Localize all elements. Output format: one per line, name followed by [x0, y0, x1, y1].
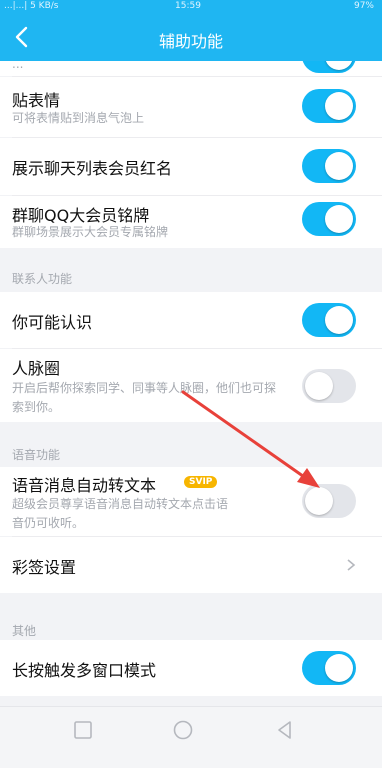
settings-row-network[interactable]: 人脉圈 开启后帮你探索同学、同事等人脉圈，他们也可探索到你。	[0, 349, 382, 422]
member-red-name-toggle[interactable]	[302, 149, 356, 183]
section-header-contacts: 联系人功能	[12, 272, 73, 286]
network-subtitle: 开启后帮你探索同学、同事等人脉圈，他们也可探索到你。	[12, 381, 277, 414]
network-toggle[interactable]	[302, 369, 356, 403]
settings-row-voice-to-text[interactable]: 语音消息自动转文本 SVIP 超级会员尊享语音消息自动转文本点击语音仍可收听。	[0, 467, 382, 536]
stickers-toggle[interactable]	[302, 89, 356, 123]
settings-row-member-red-name[interactable]: 展示聊天列表会员红名	[0, 138, 382, 195]
settings-row-group-badge[interactable]: 群聊QQ大会员铭牌 群聊场景展示大会员专属铭牌	[0, 196, 382, 248]
toggle-knob	[325, 61, 353, 70]
settings-row-multi-window[interactable]: 长按触发多窗口模式	[0, 640, 382, 696]
status-signal: ...|...| 5 KB/s	[4, 1, 59, 11]
stickers-label: 贴表情	[12, 91, 61, 110]
multi-window-toggle[interactable]	[302, 651, 356, 685]
may-know-label: 你可能认识	[12, 313, 93, 332]
settings-list[interactable]: ... 贴表情 可将表情贴到消息气泡上 展示聊天列表会员红名 群聊QQ大会员铭牌…	[0, 61, 382, 706]
voice-to-text-toggle[interactable]	[302, 484, 356, 518]
may-know-toggle[interactable]	[302, 303, 356, 337]
nav-recent-square-icon[interactable]	[72, 719, 94, 741]
status-bar: ...|...| 5 KB/s 15:59 97%	[0, 0, 382, 14]
title-bar: 辅助功能	[0, 14, 382, 61]
toggle-knob	[325, 152, 353, 180]
status-time: 15:59	[175, 1, 201, 11]
color-sign-label: 彩签设置	[12, 558, 77, 577]
partial-subtitle: ...	[12, 61, 24, 71]
group-badge-subtitle: 群聊场景展示大会员专属铭牌	[12, 225, 169, 239]
toggle-knob	[305, 372, 333, 400]
svip-badge: SVIP	[184, 476, 218, 488]
toggle-knob	[325, 654, 353, 682]
page-title: 辅助功能	[158, 32, 223, 51]
voice-to-text-subtitle: 超级会员尊享语音消息自动转文本点击语音仍可收听。	[12, 497, 229, 530]
settings-row-stickers[interactable]: 贴表情 可将表情贴到消息气泡上	[0, 77, 382, 137]
chevron-right-icon	[347, 559, 356, 571]
group-badge-toggle[interactable]	[302, 202, 356, 236]
settings-row-color-sign[interactable]: 彩签设置	[0, 537, 382, 593]
network-label: 人脉圈	[12, 359, 61, 378]
nav-back-triangle-icon[interactable]	[274, 719, 296, 741]
multi-window-label: 长按触发多窗口模式	[12, 661, 157, 680]
toggle-knob	[325, 306, 353, 334]
section-header-other: 其他	[12, 624, 37, 638]
stickers-subtitle: 可将表情贴到消息气泡上	[12, 111, 145, 125]
system-nav-bar	[0, 706, 382, 768]
member-red-name-label: 展示聊天列表会员红名	[12, 159, 173, 178]
toggle-knob	[325, 92, 353, 120]
nav-home-circle-icon[interactable]	[172, 719, 194, 741]
status-battery: 97%	[353, 1, 374, 11]
toggle-knob	[305, 487, 333, 515]
settings-row-partial[interactable]: ...	[0, 61, 382, 76]
settings-row-may-know[interactable]: 你可能认识	[0, 292, 382, 348]
toggle-knob	[325, 205, 353, 233]
voice-to-text-label: 语音消息自动转文本	[12, 476, 157, 495]
section-header-voice: 语音功能	[12, 448, 61, 462]
partial-toggle[interactable]	[302, 61, 356, 73]
